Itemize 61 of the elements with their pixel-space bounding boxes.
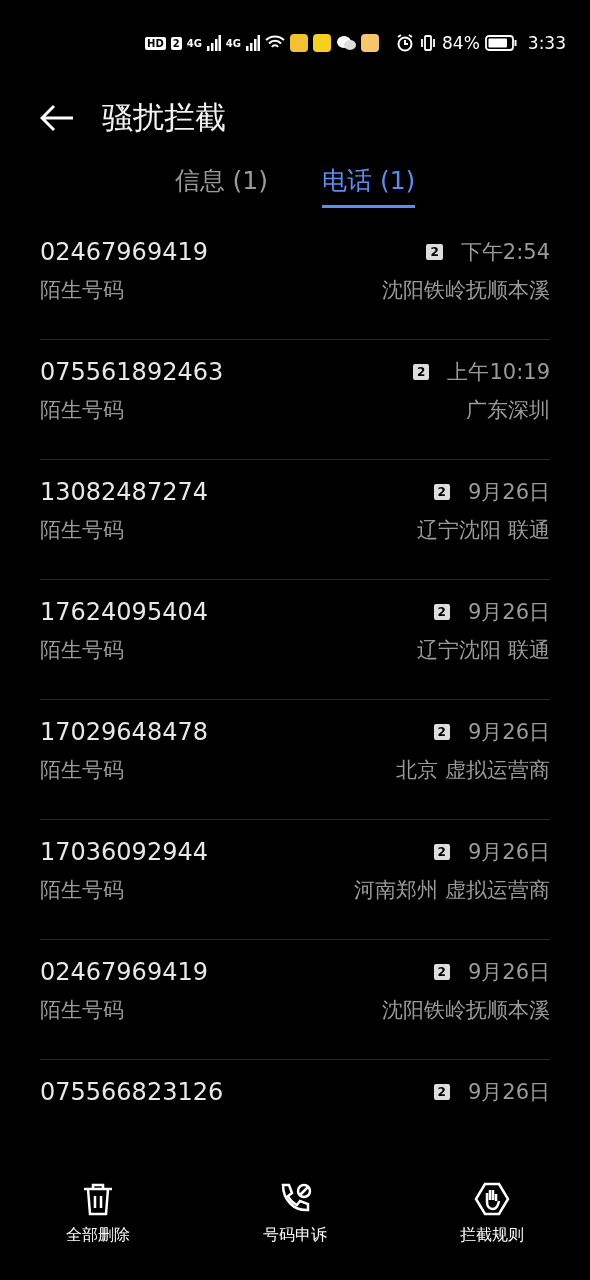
caller-label: 陌生号码	[40, 997, 124, 1024]
phone-number[interactable]: 02467969419	[40, 958, 208, 986]
caller-location: 河南郑州 虚拟运营商	[354, 877, 550, 904]
sim-badge: 2	[433, 604, 450, 620]
caller-location: 沈阳铁岭抚顺本溪	[382, 277, 550, 304]
phone-number[interactable]: 17624095404	[40, 598, 208, 626]
sim-badge: 2	[433, 844, 450, 860]
phone-number[interactable]: 02467969419	[40, 238, 208, 266]
tab[interactable]: 信息 (1)	[174, 164, 268, 208]
chat-icon	[336, 35, 356, 51]
caller-label: 陌生号码	[40, 877, 124, 904]
caller-location: 辽宁沈阳 联通	[417, 517, 550, 544]
vibrate-icon	[419, 34, 437, 52]
sim-badge: 2	[170, 36, 182, 50]
toolbar-button[interactable]: 号码申诉	[225, 1180, 365, 1247]
call-time: 9月26日	[467, 719, 550, 746]
sim-badge: 2	[433, 1084, 450, 1100]
sim-badge: 2	[433, 484, 450, 500]
caller-location: 沈阳铁岭抚顺本溪	[382, 997, 550, 1024]
phone-number[interactable]: 075566823126	[40, 1078, 224, 1106]
hand-shield-icon	[473, 1181, 510, 1217]
call-time: 上午10:19	[447, 359, 550, 386]
alarm-icon	[396, 34, 414, 52]
caller-label: 陌生号码	[40, 637, 124, 664]
caller-label: 陌生号码	[40, 757, 124, 784]
caller-location: 北京 虚拟运营商	[396, 757, 550, 784]
caller-label: 陌生号码	[40, 517, 124, 544]
call-time: 9月26日	[467, 1079, 550, 1106]
signal-icon	[246, 35, 260, 51]
sim-badge: 2	[433, 964, 450, 980]
signal-icon	[206, 35, 221, 51]
clock-time: 3:33	[527, 33, 566, 53]
battery-icon	[484, 35, 517, 51]
call-time: 9月26日	[467, 479, 550, 506]
network-label: 4G	[186, 37, 202, 49]
caller-label: 陌生号码	[40, 397, 124, 424]
caller-label: 陌生号码	[40, 277, 124, 304]
tab[interactable]: 电话 (1)	[322, 164, 416, 208]
back-arrow-icon[interactable]	[40, 104, 74, 132]
caller-location: 广东深圳	[466, 397, 550, 424]
phone-number[interactable]: 17029648478	[40, 718, 208, 746]
caller-location: 辽宁沈阳 联通	[417, 637, 550, 664]
sim-badge: 2	[413, 364, 430, 380]
toolbar-button[interactable]: 全部删除	[28, 1180, 169, 1247]
toolbar-button[interactable]: 拦截规则	[421, 1180, 562, 1247]
phone-number[interactable]: 17036092944	[40, 838, 208, 866]
app-icon	[290, 34, 308, 52]
phone-number[interactable]: 13082487274	[40, 478, 208, 506]
call-time: 9月26日	[467, 599, 550, 626]
battery-percent: 84%	[442, 33, 480, 53]
call-time: 9月26日	[467, 839, 550, 866]
app-icon	[361, 34, 379, 52]
call-time: 下午2:54	[460, 239, 550, 266]
network-label: 4G	[225, 37, 241, 49]
app-icon	[313, 34, 331, 52]
call-time: 9月26日	[467, 959, 550, 986]
sim-badge: 2	[426, 244, 443, 260]
hd-badge: HD	[145, 36, 166, 50]
sim-badge: 2	[433, 724, 450, 740]
phone-number[interactable]: 075561892463	[40, 358, 224, 386]
page-title: 骚扰拦截	[102, 98, 226, 137]
